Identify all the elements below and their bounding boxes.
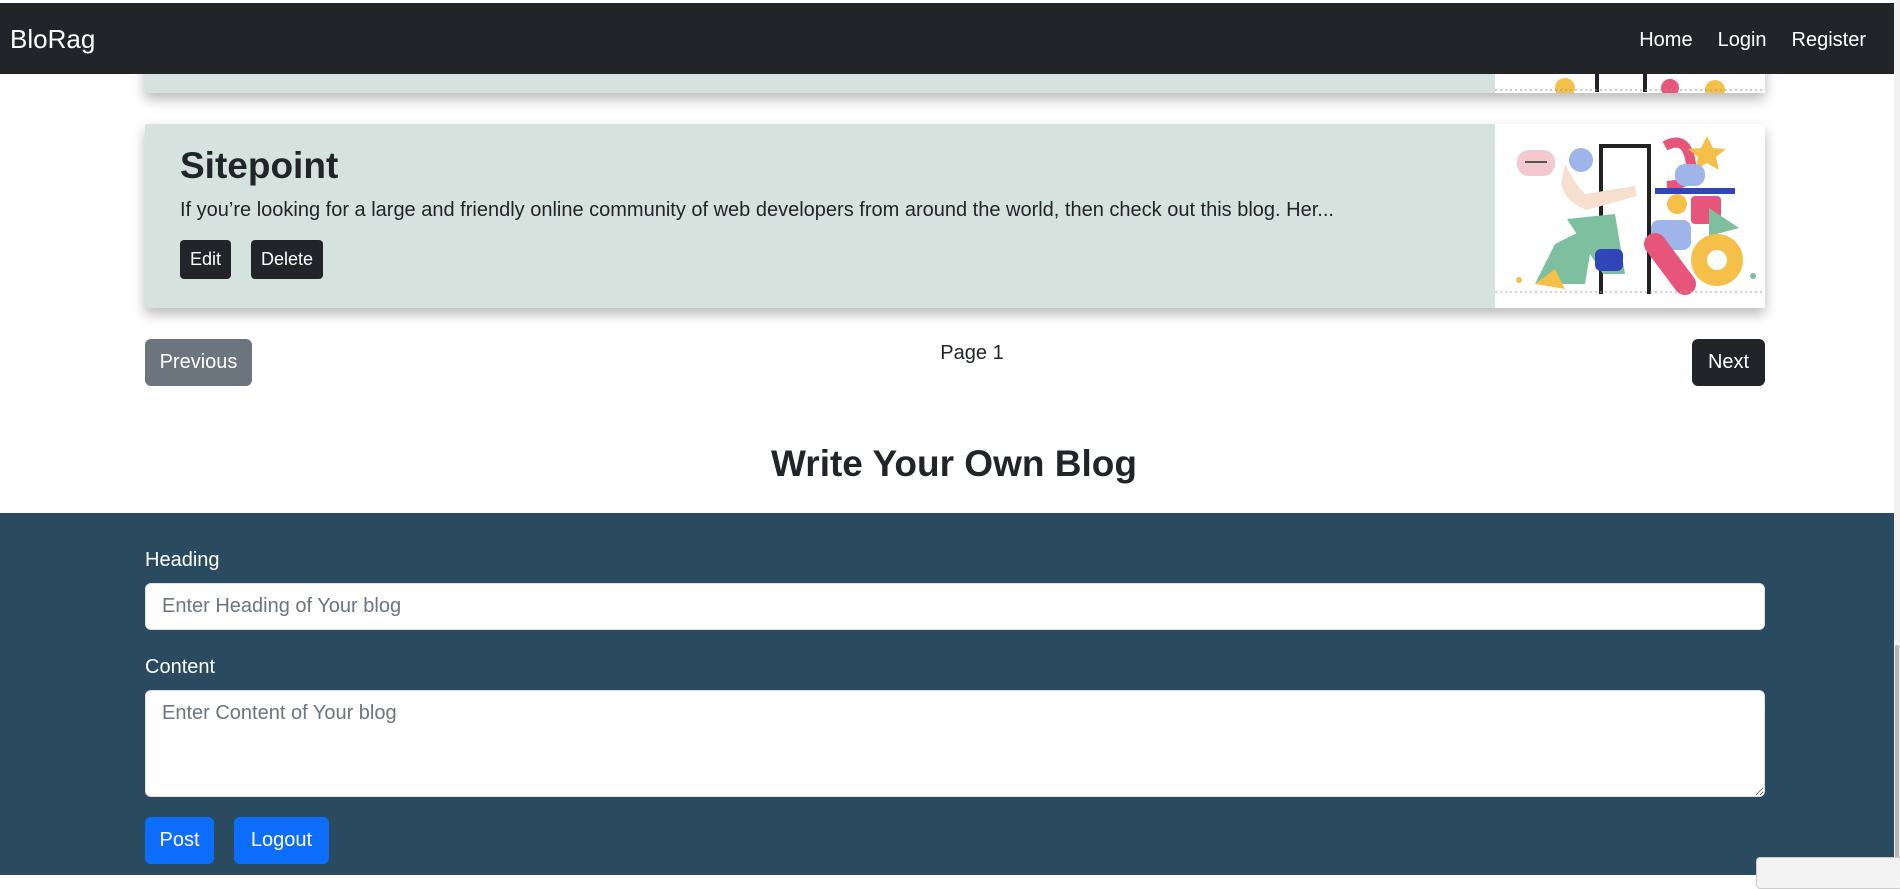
heading-input[interactable] bbox=[145, 583, 1765, 630]
post-button[interactable]: Post bbox=[145, 817, 214, 864]
blog-card: Sitepoint If you’re looking for a large … bbox=[145, 124, 1765, 308]
blog-card-image bbox=[1495, 124, 1765, 308]
notification-toast[interactable] bbox=[1756, 857, 1900, 889]
nav-link-register[interactable]: Register bbox=[1792, 27, 1866, 53]
blog-card-title: Sitepoint bbox=[180, 145, 339, 186]
blog-card-excerpt: If you’re looking for a large and friend… bbox=[180, 199, 1334, 221]
content-label: Content bbox=[145, 656, 216, 678]
logout-button[interactable]: Logout bbox=[234, 817, 329, 864]
blog-form: Heading Content Post Logout bbox=[0, 513, 1894, 875]
delete-button[interactable]: Delete bbox=[251, 240, 323, 279]
brand-logo[interactable]: BloRag bbox=[10, 24, 95, 54]
nav-link-home[interactable]: Home bbox=[1639, 27, 1692, 53]
nav-links: Home Login Register bbox=[1639, 27, 1866, 53]
illustration-image bbox=[1495, 124, 1765, 308]
heading-label: Heading bbox=[145, 549, 220, 571]
page-indicator: Page 1 bbox=[940, 342, 1004, 364]
next-button[interactable]: Next bbox=[1692, 339, 1765, 386]
edit-button[interactable]: Edit bbox=[180, 240, 231, 279]
scrollbar-thumb[interactable] bbox=[1895, 645, 1899, 875]
write-blog-title: Write Your Own Blog bbox=[771, 443, 1137, 484]
nav-link-login[interactable]: Login bbox=[1718, 27, 1767, 53]
content-textarea[interactable] bbox=[145, 690, 1765, 797]
navbar: BloRag Home Login Register bbox=[0, 3, 1894, 74]
page-scrollbar[interactable] bbox=[1894, 0, 1900, 875]
